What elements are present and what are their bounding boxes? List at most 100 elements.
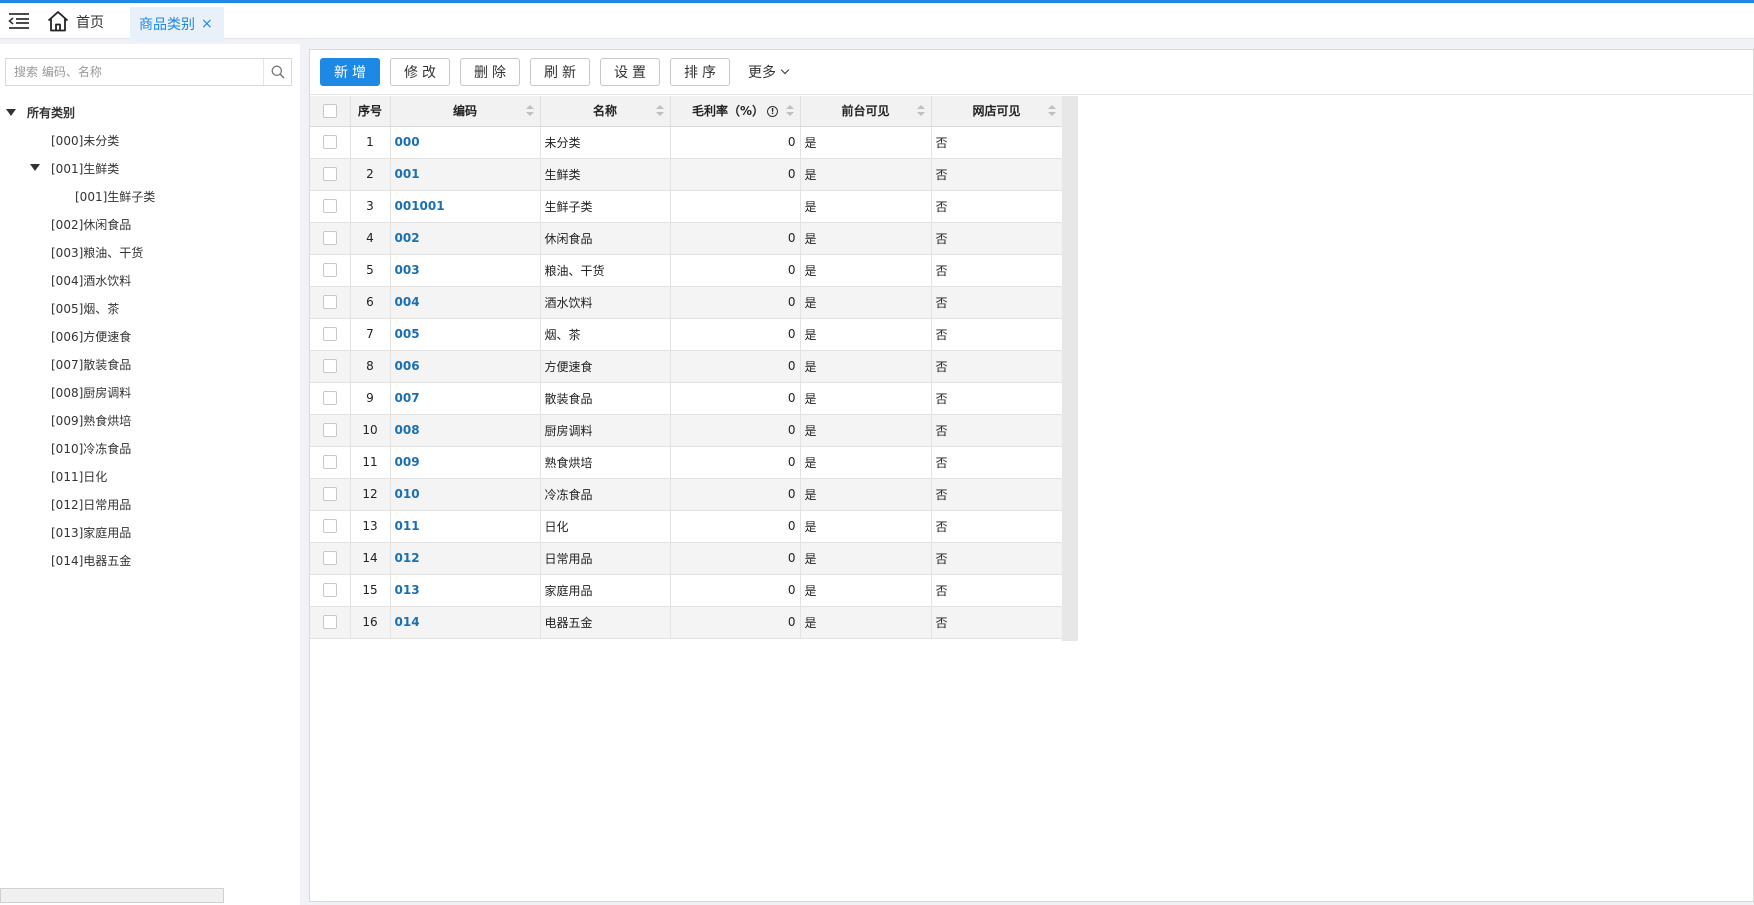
tree-node[interactable]: [009]熟食烘培	[51, 409, 131, 433]
row-code-link[interactable]: 004	[395, 295, 420, 309]
row-code-link[interactable]: 010	[395, 487, 420, 501]
tree-node[interactable]: [012]日常用品	[51, 493, 131, 517]
row-code-link[interactable]: 012	[395, 551, 420, 565]
edit-button[interactable]: 修改	[390, 58, 450, 86]
tab-home[interactable]: 首页	[46, 9, 104, 35]
row-checkbox[interactable]	[322, 615, 337, 630]
table-row[interactable]: 1 000 未分类 0 是否	[310, 126, 1063, 159]
tree-node[interactable]: [004]酒水饮料	[51, 269, 131, 293]
column-header-code[interactable]: 编码	[390, 96, 541, 127]
row-code-link[interactable]: 006	[395, 359, 420, 373]
tree-node[interactable]: [000]未分类	[51, 129, 119, 153]
column-header-front-visible[interactable]: 前台可见	[800, 96, 932, 127]
table-row[interactable]: 12 010 冷冻食品 0 是否	[310, 478, 1063, 511]
column-header-online-visible[interactable]: 网店可见	[931, 96, 1063, 127]
search-icon[interactable]	[263, 59, 291, 85]
tree-node[interactable]: [008]厨房调料	[51, 381, 131, 405]
row-checkbox[interactable]	[322, 583, 337, 598]
row-code-link[interactable]: 007	[395, 391, 420, 405]
category-search-input[interactable]	[6, 59, 264, 85]
settings-button[interactable]: 设置	[600, 58, 660, 86]
close-icon[interactable]: ×	[201, 16, 213, 32]
row-select-cell	[310, 414, 351, 447]
tree-node[interactable]: [003]粮油、干货	[51, 241, 143, 265]
row-margin: 0	[670, 158, 801, 191]
table-row[interactable]: 5 003 粮油、干货 0 是否	[310, 254, 1063, 287]
sort-icon[interactable]	[655, 105, 664, 117]
tree-node[interactable]: [011]日化	[51, 465, 107, 489]
tree-node[interactable]: [010]冷冻食品	[51, 437, 131, 461]
tree-node[interactable]: [002]休闲食品	[51, 213, 131, 237]
row-code-link[interactable]: 009	[395, 455, 420, 469]
table-row[interactable]: 16 014 电器五金 0 是否	[310, 606, 1063, 639]
row-checkbox[interactable]	[322, 263, 337, 278]
row-online-visible: 否	[931, 254, 1063, 287]
tree-node[interactable]: [006]方便速食	[51, 325, 131, 349]
column-header-margin[interactable]: 毛利率（%）!	[670, 96, 801, 127]
row-checkbox[interactable]	[322, 167, 337, 182]
delete-button[interactable]: 删除	[460, 58, 520, 86]
table-row[interactable]: 3 001001 生鲜子类 是否	[310, 190, 1063, 223]
row-code-link[interactable]: 011	[395, 519, 420, 533]
sort-icon[interactable]	[785, 105, 794, 117]
menu-collapse-icon[interactable]	[8, 12, 30, 30]
row-code-link[interactable]: 002	[395, 231, 420, 245]
sidebar-horizontal-scrollbar[interactable]	[0, 888, 224, 903]
sort-button[interactable]: 排序	[670, 58, 730, 86]
tree-expand-caret-icon[interactable]	[6, 109, 16, 116]
row-front-visible: 是	[800, 318, 932, 351]
table-row[interactable]: 13 011 日化 0 是否	[310, 510, 1063, 543]
refresh-button[interactable]: 刷新	[530, 58, 590, 86]
table-row[interactable]: 8 006 方便速食 0 是否	[310, 350, 1063, 383]
sort-icon[interactable]	[916, 105, 925, 117]
table-row[interactable]: 11 009 熟食烘培 0 是否	[310, 446, 1063, 479]
table-row[interactable]: 7 005 烟、茶 0 是否	[310, 318, 1063, 351]
row-checkbox[interactable]	[322, 487, 337, 502]
tree-node-root[interactable]: 所有类别	[27, 101, 75, 125]
row-code-link[interactable]: 008	[395, 423, 420, 437]
row-checkbox[interactable]	[322, 199, 337, 214]
tree-node[interactable]: [005]烟、茶	[51, 297, 119, 321]
row-code-link[interactable]: 001001	[395, 199, 445, 213]
row-code-link[interactable]: 013	[395, 583, 420, 597]
select-all-checkbox[interactable]	[322, 104, 337, 118]
tree-expand-caret-icon[interactable]	[30, 164, 40, 171]
row-code-link[interactable]: 014	[395, 615, 420, 629]
table-row[interactable]: 2 001 生鲜类 0 是否	[310, 158, 1063, 191]
table-row[interactable]: 4 002 休闲食品 0 是否	[310, 222, 1063, 255]
row-checkbox[interactable]	[322, 423, 337, 438]
table-row[interactable]: 6 004 酒水饮料 0 是否	[310, 286, 1063, 319]
row-code-link[interactable]: 001	[395, 167, 420, 181]
table-row[interactable]: 14 012 日常用品 0 是否	[310, 542, 1063, 575]
row-checkbox[interactable]	[322, 295, 337, 310]
row-checkbox[interactable]	[322, 327, 337, 342]
row-code-link[interactable]: 003	[395, 263, 420, 277]
column-header-name[interactable]: 名称	[540, 96, 671, 127]
row-margin: 0	[670, 318, 801, 351]
add-button[interactable]: 新增	[320, 58, 380, 86]
row-checkbox[interactable]	[322, 551, 337, 566]
grid-vertical-scrollbar[interactable]	[1062, 96, 1078, 641]
row-checkbox[interactable]	[322, 231, 337, 246]
tree-node[interactable]: [007]散装食品	[51, 353, 131, 377]
table-row[interactable]: 10 008 厨房调料 0 是否	[310, 414, 1063, 447]
tree-node[interactable]: [001]生鲜类	[51, 157, 119, 181]
table-row[interactable]: 9 007 散装食品 0 是否	[310, 382, 1063, 415]
row-code-link[interactable]: 000	[395, 135, 420, 149]
tree-node[interactable]: [014]电器五金	[51, 549, 131, 573]
row-checkbox[interactable]	[322, 359, 337, 374]
row-checkbox[interactable]	[322, 135, 337, 150]
tab-product-category[interactable]: 商品类别 ×	[130, 7, 224, 41]
table-row[interactable]: 15 013 家庭用品 0 是否	[310, 574, 1063, 607]
row-checkbox[interactable]	[322, 519, 337, 534]
more-dropdown[interactable]: 更多	[748, 62, 790, 82]
row-checkbox[interactable]	[322, 391, 337, 406]
tree-node[interactable]: [001]生鲜子类	[75, 185, 155, 209]
row-checkbox[interactable]	[322, 455, 337, 470]
info-icon[interactable]: !	[767, 106, 779, 118]
tree-node[interactable]: [013]家庭用品	[51, 521, 131, 545]
sort-icon[interactable]	[1047, 105, 1056, 117]
row-code-link[interactable]: 005	[395, 327, 420, 341]
sort-icon[interactable]	[525, 105, 534, 117]
chevron-down-icon	[780, 65, 790, 75]
